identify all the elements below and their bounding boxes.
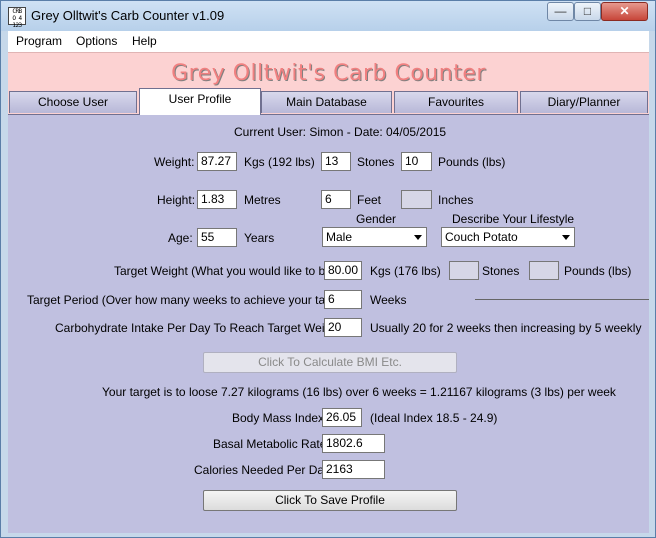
tab-diary-planner[interactable]: Diary/Planner [520, 91, 648, 113]
kgs-label: Kgs (192 lbs) [244, 155, 315, 169]
age-label: Age: [168, 231, 193, 245]
carb-intake-note: Usually 20 for 2 weeks then increasing b… [370, 321, 642, 335]
minimize-button[interactable]: — [547, 2, 574, 21]
menu-options[interactable]: Options [76, 34, 117, 48]
save-profile-button[interactable]: Click To Save Profile [203, 490, 457, 511]
gender-label: Gender [356, 212, 397, 226]
pounds-label: Pounds (lbs) [438, 155, 506, 169]
user-profile-panel: Current User: Simon - Date: 04/05/2015 W… [8, 114, 649, 533]
target-weight-label: Target Weight (What you would like to be… [114, 264, 340, 278]
client-area: Program Options Help Grey Olltwit's Carb… [8, 31, 649, 533]
close-button[interactable]: ✕ [601, 2, 648, 21]
title-bar[interactable]: CRB O 4 123 Grey Olltwit's Carb Counter … [1, 1, 655, 31]
calories-label: Calories Needed Per Day: [194, 463, 334, 477]
gender-dropdown[interactable]: Male [322, 227, 427, 247]
height-label: Height: [157, 193, 196, 207]
tab-favourites[interactable]: Favourites [394, 91, 518, 113]
carb-intake-input[interactable]: 20 [324, 318, 362, 337]
menu-bar: Program Options Help [8, 31, 649, 52]
current-user-label: Current User: Simon - Date: 04/05/2015 [234, 125, 447, 139]
window-title: Grey Olltwit's Carb Counter v1.09 [31, 8, 225, 23]
calories-value: 2163 [322, 460, 385, 479]
chevron-down-icon [562, 235, 570, 240]
target-period-input[interactable]: 6 [324, 290, 362, 309]
chevron-down-icon [414, 235, 422, 240]
maximize-button[interactable]: □ [574, 2, 601, 21]
app-icon[interactable]: CRB O 4 123 [8, 7, 26, 29]
stones-label: Stones [357, 155, 395, 169]
app-window: CRB O 4 123 Grey Olltwit's Carb Counter … [0, 0, 656, 538]
target-pounds-input[interactable] [529, 261, 559, 280]
bmi-note: (Ideal Index 18.5 - 24.9) [370, 411, 498, 425]
target-period-label: Target Period (Over how many weeks to ac… [27, 293, 354, 307]
years-label: Years [244, 231, 275, 245]
weight-label: Weight: [154, 155, 195, 169]
feet-label: Feet [357, 193, 382, 207]
target-summary: Your target is to loose 7.27 kilograms (… [102, 385, 616, 399]
target-weight-input[interactable]: 80.00 [324, 261, 362, 280]
lifestyle-value: Couch Potato [445, 230, 518, 244]
menu-program[interactable]: Program [16, 34, 62, 48]
bmr-label: Basal Metabolic Rate: [213, 437, 330, 451]
banner-title: Grey Olltwit's Carb Counter [171, 61, 486, 86]
weeks-label: Weeks [370, 293, 407, 307]
pounds-input[interactable]: 10 [401, 152, 432, 171]
divider-line [475, 299, 649, 300]
height-input[interactable]: 1.83 [197, 190, 237, 209]
calculate-bmi-button[interactable]: Click To Calculate BMI Etc. [203, 352, 457, 373]
tab-main-database[interactable]: Main Database [261, 91, 392, 113]
target-kgs-label: Kgs (176 lbs) [370, 264, 441, 278]
target-stones-label: Stones [482, 264, 520, 278]
tab-user-profile[interactable]: User Profile [139, 88, 261, 115]
stones-input[interactable]: 13 [321, 152, 351, 171]
bmi-value: 26.05 [322, 408, 362, 427]
age-input[interactable]: 55 [197, 228, 237, 247]
target-pounds-label: Pounds (lbs) [564, 264, 632, 278]
metres-label: Metres [244, 193, 281, 207]
target-stones-input[interactable] [449, 261, 479, 280]
lifestyle-label: Describe Your Lifestyle [452, 212, 575, 226]
lifestyle-dropdown[interactable]: Couch Potato [441, 227, 575, 247]
weight-input[interactable]: 87.27 [197, 152, 237, 171]
carb-intake-label: Carbohydrate Intake Per Day To Reach Tar… [55, 321, 345, 335]
tab-choose-user[interactable]: Choose User [9, 91, 137, 113]
bmi-label: Body Mass Index: [232, 411, 328, 425]
inches-input[interactable] [401, 190, 432, 209]
bmr-value: 1802.6 [322, 434, 385, 453]
menu-help[interactable]: Help [132, 34, 157, 48]
gender-value: Male [326, 230, 353, 244]
feet-input[interactable]: 6 [321, 190, 351, 209]
inches-label: Inches [438, 193, 474, 207]
